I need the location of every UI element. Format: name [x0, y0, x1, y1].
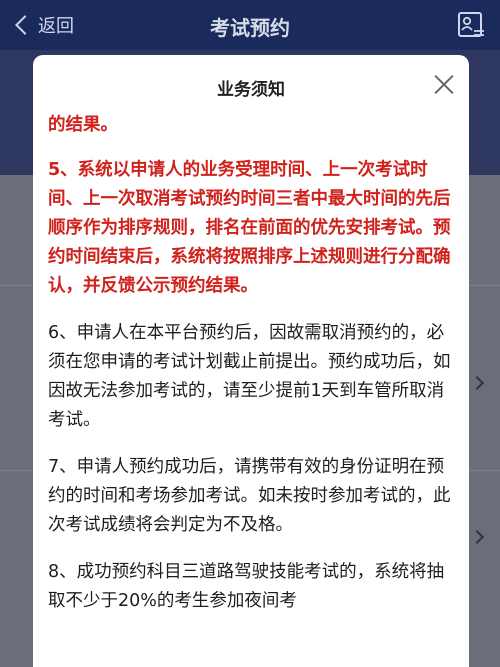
notice-paragraph: 8、成功预约科目三道路驾驶技能考试的，系统将抽取不少于20%的考生参加夜间考	[48, 562, 445, 611]
modal-header: 业务须知	[33, 55, 469, 113]
close-icon[interactable]	[433, 73, 455, 95]
nav-bar: 返回 考试预约	[0, 0, 500, 50]
notice-paragraph: 6、申请人在本平台预约后，因故需取消预约的，必须在您申请的考试计划截止前提出。预…	[48, 323, 451, 430]
modal-body: 的结果。 5、系统以申请人的业务受理时间、上一次考试时间、上一次取消考试预约时间…	[48, 111, 458, 634]
modal-title: 业务须知	[217, 80, 285, 100]
notice-paragraph: 7、申请人预约成功后，请携带有效的身份证明在预约的时间和考场参加考试。如未按时参…	[48, 457, 451, 535]
user-doc-icon[interactable]	[456, 11, 486, 39]
notice-paragraph: 5、系统以申请人的业务受理时间、上一次考试时间、上一次取消考试预约时间三者中最大…	[48, 160, 451, 296]
page-title: 考试预约	[210, 16, 290, 40]
notice-modal: 业务须知 的结果。 5、系统以申请人的业务受理时间、上一次考试时间、上一次取消考…	[33, 55, 469, 667]
notice-paragraph: 的结果。	[48, 115, 118, 135]
